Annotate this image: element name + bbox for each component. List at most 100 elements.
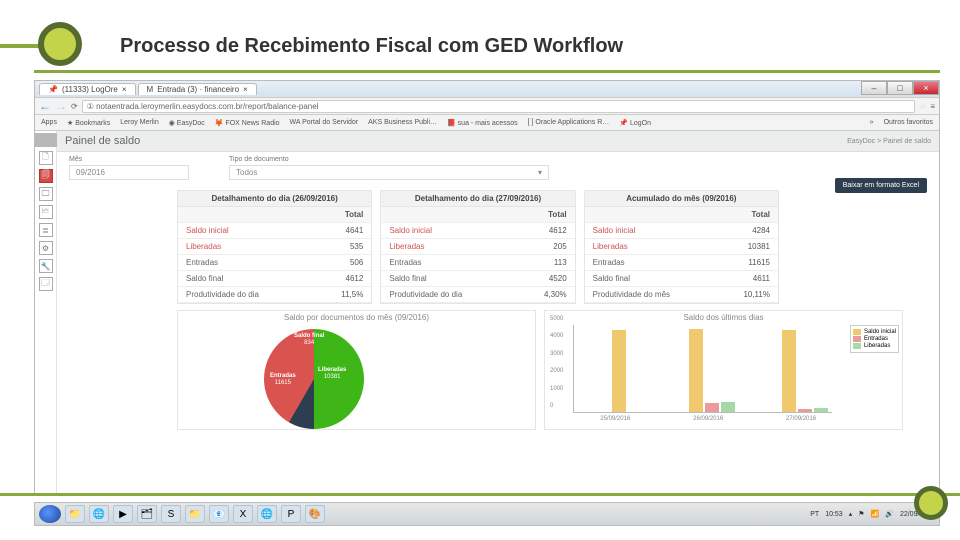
menu-icon[interactable]: ≡ — [930, 102, 935, 111]
sidebar-icon-gear[interactable]: ⚙ — [39, 241, 53, 255]
bookmark-item[interactable]: ★ Bookmarks — [67, 119, 110, 127]
taskbar-app-icon[interactable]: 📁 — [185, 505, 205, 523]
row-label: Saldo inicial — [186, 226, 229, 235]
taskbar-app-icon[interactable]: 📁 — [65, 505, 85, 523]
sidebar-icon-docs[interactable]: 🗐 — [39, 169, 53, 183]
row-value: 4,30% — [544, 290, 567, 299]
tray-volume-icon[interactable]: 🔊 — [885, 510, 894, 518]
reload-icon[interactable]: ⟳ — [71, 102, 78, 111]
bar-legend: Saldo inicial Entradas Liberadas — [850, 325, 899, 353]
sidebar-icon-window[interactable]: 🗔 — [39, 277, 53, 291]
bar-saldoinicial — [782, 330, 796, 412]
bar-entradas — [705, 403, 719, 412]
close-icon[interactable]: × — [122, 85, 127, 94]
sidebar-icon-doc[interactable]: 🗋 — [39, 151, 53, 165]
row-value: 113 — [554, 258, 567, 267]
bar-saldoinicial — [612, 330, 626, 412]
url-field[interactable]: ① notaentrada.leroymerlin.easydocs.com.b… — [82, 100, 915, 113]
tray-network-icon[interactable]: 📶 — [871, 510, 880, 518]
filter-month-field[interactable]: 09/2016 — [69, 165, 189, 180]
y-tick: 5000 — [550, 316, 563, 322]
sidebar-brand — [35, 133, 57, 147]
export-excel-button[interactable]: Baixar em formato Excel — [835, 178, 927, 193]
chevron-down-icon: ▾ — [538, 168, 542, 177]
panel-title: Acumulado do mês (09/2016) — [585, 191, 778, 207]
bookmark-item[interactable]: Leroy Merlin — [120, 119, 159, 126]
tray-time[interactable]: 10:53 — [825, 511, 843, 518]
row-label: Saldo final — [593, 274, 630, 283]
row-value: 4520 — [549, 274, 567, 283]
window-close-button[interactable]: × — [913, 81, 939, 95]
address-bar: ← → ⟳ ① notaentrada.leroymerlin.easydocs… — [35, 97, 939, 115]
sidebar-icon-monitor[interactable]: 🖵 — [39, 187, 53, 201]
bookmark-item[interactable]: 📕 sua - mais acessos — [447, 119, 518, 127]
bar-title: Saldo dos últimos dias — [545, 311, 902, 324]
filter-type-field[interactable]: Todos ▾ — [229, 165, 549, 180]
row-label: Entradas — [186, 258, 218, 267]
bookmark-item[interactable]: Outros favoritos — [884, 119, 933, 126]
panel-month: Acumulado do mês (09/2016) Total Saldo i… — [584, 190, 779, 304]
browser-window: 📌 (11333) LogOre × M Entrada (3) · finan… — [34, 80, 940, 496]
nav-back-icon[interactable]: ← — [39, 99, 51, 113]
bookmark-item[interactable]: Apps — [41, 119, 57, 126]
bookmark-item[interactable]: 📌 LogOn — [619, 119, 651, 127]
nav-forward-icon[interactable]: → — [55, 99, 67, 113]
bar-cluster — [682, 329, 742, 412]
pie-slice-label: Liberadas10381 — [318, 367, 346, 380]
window-minimize-button[interactable]: – — [861, 81, 887, 95]
browser-tab[interactable]: 📌 (11333) LogOre × — [39, 83, 136, 95]
app-sidebar: 🗋 🗐 🖵 🗠 ≣ ⚙ 🔧 🗔 — [35, 131, 57, 495]
tray-lang[interactable]: PT — [810, 511, 819, 518]
row-label: Produtividade do dia — [186, 290, 259, 299]
y-tick: 1000 — [550, 386, 563, 392]
slide-underline — [34, 70, 940, 73]
sidebar-icon-list[interactable]: ≣ — [39, 223, 53, 237]
row-value: 205 — [553, 242, 566, 251]
taskbar-app-icon[interactable]: X — [233, 505, 253, 523]
bookmark-overflow[interactable]: » — [870, 119, 874, 126]
taskbar-app-icon[interactable]: 🌐 — [257, 505, 277, 523]
start-button[interactable] — [39, 505, 61, 523]
row-value: 4612 — [549, 226, 567, 235]
close-icon[interactable]: × — [243, 85, 248, 94]
filter-type-label: Tipo de documento — [229, 156, 549, 163]
tray-chevron-up-icon[interactable]: ▴ — [849, 510, 853, 518]
window-maximize-button[interactable]: □ — [887, 81, 913, 95]
taskbar-app-icon[interactable]: 🗂 — [137, 505, 157, 523]
pie-slice-label: Entradas11615 — [270, 373, 296, 386]
bookmark-star-icon[interactable]: ☆ — [919, 102, 926, 111]
taskbar-app-icon[interactable]: P — [281, 505, 301, 523]
tray-flag-icon[interactable]: ⚑ — [858, 510, 864, 518]
bookmark-item[interactable]: ◉ EasyDoc — [169, 119, 205, 127]
sidebar-icon-wrench[interactable]: 🔧 — [39, 259, 53, 273]
pie-title: Saldo por documentos do mês (09/2016) — [178, 311, 535, 324]
taskbar-app-icon[interactable]: 📧 — [209, 505, 229, 523]
row-label: Entradas — [389, 258, 421, 267]
sidebar-icon-chart[interactable]: 🗠 — [39, 205, 53, 219]
bookmark-item[interactable]: [ ] Oracle Applications R… — [528, 119, 610, 126]
taskbar-app-icon[interactable]: 🌐 — [89, 505, 109, 523]
taskbar-app-icon[interactable]: ▶ — [113, 505, 133, 523]
row-label: Saldo inicial — [593, 226, 636, 235]
bookmark-item[interactable]: AKS Business Publi… — [368, 119, 437, 126]
bar-entradas — [798, 409, 812, 412]
tab-label: Entrada (3) · financeiro — [157, 85, 239, 94]
bookmarks-bar: Apps ★ Bookmarks Leroy Merlin ◉ EasyDoc … — [35, 115, 939, 131]
bar-chart: Saldo dos últimos dias 0 1000 2000 3000 … — [544, 310, 903, 430]
browser-tab[interactable]: M Entrada (3) · financeiro × — [138, 83, 257, 95]
breadcrumb: EasyDoc > Painel de saldo — [847, 138, 931, 145]
bookmark-item[interactable]: WA Portal do Servidor — [290, 119, 359, 126]
bar-liberadas — [721, 402, 735, 412]
y-tick: 2000 — [550, 368, 563, 374]
legend-item: Saldo inicial — [864, 329, 896, 335]
row-value: 11615 — [748, 258, 770, 267]
row-value: 506 — [350, 258, 363, 267]
pie-slice-label: Saldo final834 — [294, 333, 324, 346]
taskbar-app-icon[interactable]: 🎨 — [305, 505, 325, 523]
bookmark-item[interactable]: 🦊 FOX News Radio — [215, 119, 280, 127]
row-value: 4284 — [752, 226, 770, 235]
taskbar-app-icon[interactable]: S — [161, 505, 181, 523]
bar-saldoinicial — [689, 329, 703, 412]
row-value: 11,5% — [341, 290, 363, 299]
filter-type-value: Todos — [236, 168, 257, 177]
